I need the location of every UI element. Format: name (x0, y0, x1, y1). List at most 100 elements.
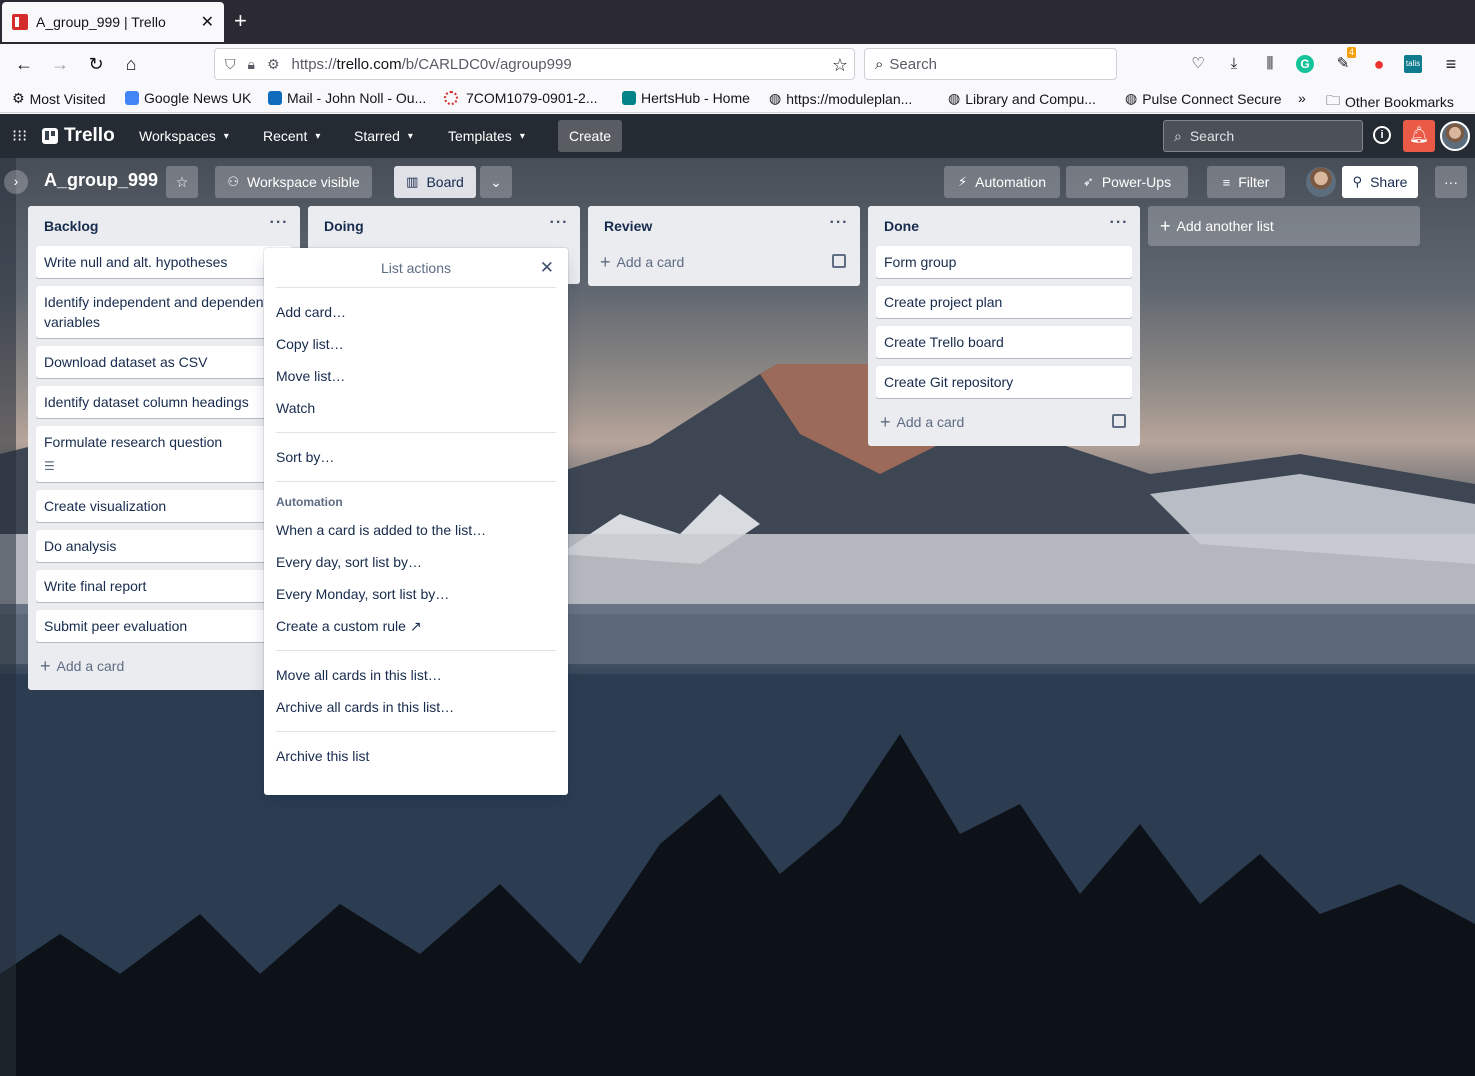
bookmark-item[interactable]: ◍ https://moduleplan... (769, 90, 912, 107)
action-add-card[interactable]: Add card… (276, 296, 556, 328)
bookmark-star-icon[interactable]: ☆ (832, 55, 848, 76)
extension-icon[interactable]: ✎ 4 (1332, 47, 1356, 75)
add-card-button[interactable]: + Add a card (876, 406, 1132, 438)
bookmark-item[interactable]: ⚙ Most Visited (12, 90, 106, 107)
action-move-list[interactable]: Move list… (276, 360, 556, 392)
visibility-button[interactable]: ⚇ Workspace visible (215, 166, 372, 198)
card[interactable]: Write final report (36, 570, 292, 602)
bookmark-item[interactable]: ◍ Library and Compu... (948, 90, 1096, 107)
member-avatar[interactable] (1306, 167, 1336, 197)
browser-tab[interactable]: A_group_999 | Trello ✕ (2, 2, 224, 42)
info-icon[interactable]: i (1373, 126, 1391, 144)
bookmark-item[interactable]: 7COM1079-0901-2... (444, 90, 598, 106)
list-header[interactable]: Doing ··· (316, 206, 572, 246)
list-header[interactable]: Done ··· (876, 206, 1132, 246)
action-create-custom-rule[interactable]: Create a custom rule ↗ (276, 610, 556, 642)
bookmark-item[interactable]: Mail - John Noll - Ou... (268, 90, 426, 106)
card[interactable]: Do analysis (36, 530, 292, 562)
bookmark-item[interactable]: HertsHub - Home (622, 90, 750, 106)
list-menu-icon[interactable]: ··· (268, 215, 290, 237)
back-icon[interactable]: ← (12, 52, 36, 76)
card[interactable]: Identify dataset column headings (36, 386, 292, 418)
card-template-icon[interactable] (1112, 414, 1126, 428)
add-card-button[interactable]: + Add a card (36, 650, 292, 682)
powerups-button[interactable]: ➶ Power-Ups (1066, 166, 1188, 198)
star-board-button[interactable]: ☆ (166, 166, 198, 198)
add-list-button[interactable]: + Add another list (1148, 206, 1420, 246)
action-copy-list[interactable]: Copy list… (276, 328, 556, 360)
header-search-input[interactable]: ⌕ Search (1163, 120, 1363, 152)
close-tab-icon[interactable]: ✕ (201, 12, 214, 32)
card[interactable]: Submit peer evaluation (36, 610, 292, 642)
downloads-icon[interactable]: ⤓ (1223, 53, 1245, 75)
list-menu-icon[interactable]: ··· (1108, 215, 1130, 237)
close-icon[interactable]: ✕ (540, 259, 554, 276)
menu-templates[interactable]: Templates ▾ (448, 122, 525, 150)
sidebar-expand-icon[interactable]: › (4, 170, 28, 194)
list-header[interactable]: Backlog ··· (36, 206, 292, 246)
shield-icon[interactable]: ⛉ (225, 56, 236, 73)
action-archive-all-cards[interactable]: Archive all cards in this list… (276, 691, 556, 723)
action-watch[interactable]: Watch (276, 392, 556, 424)
url-bar[interactable]: ⛉ 🔒︎ ⚙ https://trello.com/b/CARLDC0v/agr… (214, 48, 855, 80)
bookmark-item[interactable]: Google News UK (125, 90, 251, 106)
action-archive-list[interactable]: Archive this list (276, 740, 556, 772)
card[interactable]: Create project plan (876, 286, 1132, 318)
card-template-icon[interactable] (832, 254, 846, 268)
bookmark-item[interactable]: ◍ Pulse Connect Secure (1125, 90, 1282, 107)
avatar[interactable] (1440, 121, 1470, 151)
action-every-day-sort[interactable]: Every day, sort list by… (276, 546, 556, 578)
reload-icon[interactable]: ↻ (84, 52, 108, 76)
menu-recent[interactable]: Recent ▾ (263, 122, 320, 150)
action-move-all-cards[interactable]: Move all cards in this list… (276, 659, 556, 691)
card[interactable]: Download dataset as CSV (36, 346, 292, 378)
notifications-bell-icon[interactable]: 🔔︎ (1403, 120, 1435, 152)
forward-icon[interactable]: → (48, 52, 72, 76)
action-sort-by[interactable]: Sort by… (276, 441, 556, 473)
card[interactable]: Create Git repository (876, 366, 1132, 398)
search-icon: ⌕ (875, 55, 884, 73)
browser-search-input[interactable]: ⌕ Search (864, 48, 1117, 80)
new-tab-icon[interactable]: + (234, 10, 247, 32)
url-text[interactable]: https://trello.com/b/CARLDC0v/agroup999 (292, 56, 572, 73)
browser-nav-bar: ← → ↻ ⌂ ⛉ 🔒︎ ⚙ https://trello.com/b/CARL… (0, 44, 1475, 84)
menu-icon[interactable]: ≡ (1440, 53, 1462, 75)
card[interactable]: Create visualization (36, 490, 292, 522)
filter-button[interactable]: ≡ Filter (1207, 166, 1285, 198)
action-when-card-added[interactable]: When a card is added to the list… (276, 514, 556, 546)
chevron-down-icon: ⌄ (490, 173, 502, 190)
list-menu-icon[interactable]: ··· (548, 215, 570, 237)
add-card-button[interactable]: + Add a card (596, 246, 852, 278)
card[interactable]: Formulate research question ☰ (36, 426, 292, 482)
grammarly-icon[interactable]: G (1296, 55, 1314, 73)
view-switcher-button[interactable]: ⌄ (480, 166, 512, 198)
trello-logo[interactable]: Trello (42, 125, 115, 147)
permissions-icon[interactable]: ⚙ (267, 56, 280, 73)
card[interactable]: Write null and alt. hypotheses (36, 246, 292, 278)
chevron-double-right-icon[interactable]: » (1298, 90, 1306, 106)
card[interactable]: Form group (876, 246, 1132, 278)
share-button[interactable]: ⚲ Share (1342, 166, 1418, 198)
lock-icon[interactable]: 🔒︎ (248, 56, 255, 73)
card[interactable]: Identify independent and dependent varia… (36, 286, 292, 338)
app-switcher-icon[interactable]: ⁝⁝⁝ (12, 122, 27, 150)
automation-button[interactable]: ⚡︎ Automation (944, 166, 1060, 198)
card[interactable]: Create Trello board (876, 326, 1132, 358)
tomato-icon[interactable]: ● (1368, 53, 1390, 75)
board-menu-button[interactable]: ··· (1435, 166, 1467, 198)
home-icon[interactable]: ⌂ (119, 52, 143, 76)
board-title[interactable]: A_group_999 (44, 170, 158, 191)
pocket-icon[interactable]: ♡ (1187, 53, 1209, 75)
bookmark-item[interactable]: 🗀︎ Other Bookmarks (1326, 90, 1454, 114)
divider (276, 731, 556, 732)
menu-workspaces[interactable]: Workspaces ▾ (139, 122, 229, 150)
list-header[interactable]: Review ··· (596, 206, 852, 246)
action-every-monday-sort[interactable]: Every Monday, sort list by… (276, 578, 556, 610)
board-view-button[interactable]: ▥ Board (394, 166, 476, 198)
people-icon: ⚇ (227, 174, 240, 189)
talis-icon[interactable]: talis (1404, 55, 1422, 73)
list-menu-icon[interactable]: ··· (828, 215, 850, 237)
create-button[interactable]: Create (558, 120, 622, 152)
menu-starred[interactable]: Starred ▾ (354, 122, 413, 150)
library-icon[interactable]: ⫼ (1259, 53, 1281, 75)
